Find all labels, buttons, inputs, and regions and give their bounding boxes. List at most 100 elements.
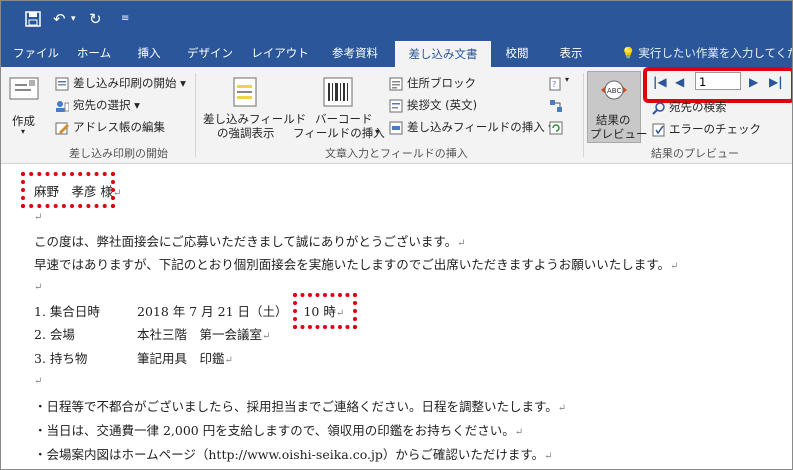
insert-merge-field-icon — [389, 120, 403, 135]
previous-record-icon[interactable]: ◀ — [675, 75, 684, 89]
note-text: ・日程等で不都合がございましたら、採用担当までご連絡ください。日程を調整いたしま… — [34, 399, 558, 414]
match-fields-icon[interactable] — [549, 98, 563, 112]
recipients-icon — [55, 98, 70, 112]
customize-qat-icon[interactable]: ≡ — [121, 11, 129, 27]
paragraph-mark-icon: ↵ — [34, 376, 43, 387]
rules-dropdown-icon[interactable]: ▾ — [565, 75, 569, 84]
svg-text:ABC: ABC — [607, 87, 621, 95]
edit-address-book-button[interactable]: アドレス帳の編集 — [73, 119, 165, 135]
quick-access-toolbar: ↶ ▾ ↻ ≡ — [1, 1, 792, 39]
paragraph-mark-icon: ↵ — [262, 331, 271, 342]
tab-mailings[interactable]: 差し込み文書 — [395, 41, 491, 67]
check-errors-icon — [652, 122, 666, 137]
body-text: この度は、弊社面接会にご応募いただきまして誠にありがとうございます。 — [34, 234, 458, 249]
create-button[interactable]: 作成 ▾ — [7, 73, 41, 139]
list-label: 1. 集合日時 — [34, 304, 100, 319]
tell-me-text: 実行したい作業を入力してください — [638, 46, 792, 60]
list-label: 2. 会場 — [34, 327, 75, 342]
next-record-icon[interactable]: ▶ — [749, 75, 758, 89]
paragraph-mark-icon: ↵ — [557, 403, 567, 414]
greeting-line-icon — [389, 98, 403, 113]
tab-references[interactable]: 参考資料 — [317, 39, 393, 67]
group-label-write: 文章入力とフィールドの挿入 — [325, 147, 468, 160]
start-merge-button[interactable]: 差し込み印刷の開始 ▾ — [73, 75, 186, 91]
note-line: ・会場案内図はホームページ（http://www.oishi-seika.co.… — [34, 444, 553, 463]
last-record-icon[interactable]: ▶| — [769, 75, 783, 89]
first-record-icon[interactable]: |◀ — [653, 75, 667, 89]
tab-view[interactable]: 表示 — [543, 39, 599, 67]
select-recipients-label: 宛先の選択 — [73, 98, 131, 112]
paragraph-mark-icon: ↵ — [544, 451, 553, 462]
list-item: 3. 持ち物 筆記用具 印鑑↵ — [34, 348, 233, 367]
start-merge-icon — [55, 76, 69, 91]
address-block-button[interactable]: 住所ブロック — [407, 75, 476, 91]
start-merge-label: 差し込み印刷の開始 — [73, 76, 177, 90]
tab-layout[interactable]: レイアウト — [243, 39, 317, 67]
svg-text:?: ? — [552, 80, 556, 89]
word-window: ↶ ▾ ↻ ≡ ファイル ホーム 挿入 デザイン レイアウト 参考資料 差し込み… — [0, 0, 793, 470]
record-number-input[interactable]: 1 — [695, 72, 741, 90]
paragraph-mark-icon: ↵ — [670, 261, 679, 272]
barcode-icon — [323, 77, 353, 111]
tab-home[interactable]: ホーム — [67, 39, 121, 67]
find-recipient-icon — [652, 100, 666, 115]
insert-merge-field-label: 差し込みフィールドの挿入 — [407, 120, 545, 134]
empty-paragraph: ↵ — [34, 278, 42, 293]
tell-me-box[interactable]: 💡実行したい作業を入力してください — [621, 39, 792, 67]
ribbon-tabs: ファイル ホーム 挿入 デザイン レイアウト 参考資料 差し込み文書 校閲 表示… — [1, 39, 792, 67]
preview-label-2: プレビュー — [590, 127, 648, 141]
group-label-preview: 結果のプレビュー — [651, 147, 739, 160]
empty-paragraph: ↵ — [34, 372, 42, 387]
list-value: 本社三階 第一会議室 — [137, 327, 263, 342]
tab-review[interactable]: 校閲 — [493, 39, 541, 67]
highlight-fields-icon — [233, 77, 259, 111]
undo-icon[interactable]: ↶ — [53, 11, 66, 27]
note-text: ・会場案内図はホームページ（http://www.oishi-seika.co.… — [34, 447, 545, 462]
paragraph-mark-icon: ↵ — [224, 355, 233, 366]
update-labels-icon[interactable] — [549, 120, 563, 135]
highlight-fields-label-2: の強調表示 — [217, 126, 275, 140]
name-field-highlight — [21, 172, 115, 208]
check-errors-button[interactable]: エラーのチェック — [669, 121, 761, 137]
body-text: 早速ではありますが、下記のとおり個別面接会を実施いたしますのでご出席いただきます… — [34, 257, 671, 272]
list-value: 筆記用具 印鑑 — [137, 351, 225, 366]
greeting-line-button[interactable]: 挨拶文 (英文) — [407, 97, 477, 113]
note-line: ・日程等で不都合がございましたら、採用担当までご連絡ください。日程を調整いたしま… — [34, 396, 566, 415]
note-text: ・当日は、交通費一律 2,000 円を支給しますので、領収用の印鑑をお持ちくださ… — [34, 423, 515, 438]
ribbon: 作成 ▾ 差し込み印刷の開始 ▾ 宛先の選択 ▾ アドレス帳の編集 差し込み印刷… — [1, 67, 792, 164]
highlight-fields-button[interactable]: 差し込みフィールド の強調表示 — [199, 73, 306, 143]
list-label: 3. 持ち物 — [34, 351, 88, 366]
group-label-start: 差し込み印刷の開始 — [69, 147, 168, 160]
tab-insert[interactable]: 挿入 — [121, 39, 177, 67]
create-dropdown-icon: ▾ — [21, 127, 26, 136]
address-block-icon — [389, 76, 403, 91]
ribbon-separator — [195, 73, 196, 157]
paragraph-mark-icon: ↵ — [34, 282, 43, 293]
redo-icon[interactable]: ↻ — [89, 11, 102, 27]
find-recipient-button[interactable]: 宛先の検索 — [669, 99, 727, 115]
empty-paragraph: ↵ — [34, 208, 42, 223]
ribbon-separator — [583, 73, 584, 157]
barcode-field-button[interactable]: バーコード フィールドの挿入 ▾ — [293, 73, 385, 143]
body-line: 早速ではありますが、下記のとおり個別面接会を実施いたしますのでご出席いただきます… — [34, 254, 678, 273]
body-line: この度は、弊社面接会にご応募いただきまして誠にありがとうございます。↵ — [34, 231, 466, 250]
select-recipients-button[interactable]: 宛先の選択 ▾ — [73, 97, 140, 113]
paragraph-mark-icon: ↵ — [34, 212, 43, 223]
save-icon[interactable] — [25, 11, 41, 30]
lightbulb-icon: 💡 — [621, 46, 636, 60]
tab-file[interactable]: ファイル — [5, 39, 67, 67]
document-page[interactable]: 麻野 孝彦 様↵ ↵ この度は、弊社面接会にご応募いただきまして誠にありがとうご… — [1, 164, 792, 469]
insert-merge-field-button[interactable]: 差し込みフィールドの挿入 ▾ — [407, 119, 554, 135]
paragraph-mark-icon: ↵ — [457, 238, 466, 249]
preview-results-button[interactable]: ABC 結果の プレビュー — [587, 71, 648, 143]
tab-design[interactable]: デザイン — [177, 39, 243, 67]
time-field-highlight — [293, 293, 357, 329]
rules-icon[interactable]: ? — [549, 76, 563, 91]
note-line: ・当日は、交通費一律 2,000 円を支給しますので、領収用の印鑑をお持ちくださ… — [34, 420, 523, 439]
edit-list-icon — [55, 120, 69, 135]
undo-dropdown-icon[interactable]: ▾ — [71, 11, 76, 27]
envelope-icon — [9, 75, 39, 105]
paragraph-mark-icon: ↵ — [514, 427, 524, 438]
list-value: 2018 年 7 月 21 日（土） — [137, 304, 288, 319]
barcode-label-2: フィールドの挿入 — [293, 126, 385, 140]
